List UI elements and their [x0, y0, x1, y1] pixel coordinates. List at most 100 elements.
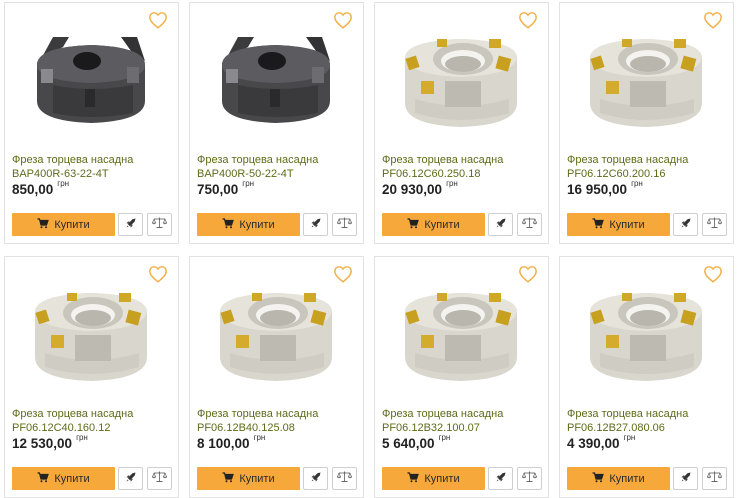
buy-button-label: Купити	[609, 472, 645, 485]
price-value: 850,00	[12, 182, 54, 197]
compare-button[interactable]	[147, 467, 172, 490]
product-title-line1[interactable]: Фреза торцева насадна	[12, 407, 177, 421]
product-image[interactable]	[578, 17, 714, 135]
quick-order-button[interactable]	[303, 467, 328, 490]
buy-button[interactable]: Купити	[12, 213, 115, 236]
rocket-icon	[495, 216, 507, 234]
currency-label: грн	[438, 433, 451, 442]
product-image[interactable]	[23, 271, 159, 389]
cart-icon	[592, 471, 609, 486]
quick-order-button[interactable]	[673, 467, 698, 490]
rocket-icon	[495, 470, 507, 488]
cart-icon	[37, 217, 54, 232]
cart-icon	[407, 217, 424, 232]
buy-button-label: Купити	[424, 472, 460, 485]
product-title-line1[interactable]: Фреза торцева насадна	[567, 407, 732, 421]
scale-icon	[521, 470, 538, 488]
compare-button[interactable]	[517, 213, 542, 236]
product-price: 750,00 грн	[197, 179, 255, 197]
buy-button-label: Купити	[239, 472, 275, 485]
product-title-line2[interactable]: PF06.12B27.080.06	[567, 421, 732, 435]
product-title-line1[interactable]: Фреза торцева насадна	[197, 153, 362, 167]
currency-label: грн	[57, 179, 70, 188]
product-title-line2[interactable]: BAP400R-50-22-4T	[197, 167, 362, 181]
currency-label: грн	[631, 179, 643, 188]
product-title-line2[interactable]: PF06.12C40.160.12	[12, 421, 177, 435]
product-price: 4 390,00 грн	[567, 433, 636, 451]
product-price: 16 950,00 грн	[567, 179, 643, 197]
buy-button-label: Купити	[54, 218, 90, 231]
buy-button-label: Купити	[54, 472, 90, 485]
buy-button[interactable]: Купити	[197, 467, 300, 490]
compare-button[interactable]	[332, 467, 357, 490]
scale-icon	[336, 470, 353, 488]
product-title[interactable]: Фреза торцева насадна PF06.12C60.250.18	[382, 153, 547, 181]
currency-label: грн	[446, 179, 458, 188]
product-title-line2[interactable]: PF06.12C60.250.18	[382, 167, 547, 181]
buy-button[interactable]: Купити	[382, 467, 485, 490]
compare-button[interactable]	[702, 213, 727, 236]
product-title[interactable]: Фреза торцева насадна BAP400R-50-22-4T	[197, 153, 362, 181]
compare-button[interactable]	[702, 467, 727, 490]
scale-icon	[151, 216, 168, 234]
buy-button[interactable]: Купити	[567, 213, 670, 236]
product-card[interactable]: Фреза торцева насадна BAP400R-50-22-4T 750…	[189, 2, 364, 244]
product-card[interactable]: Фреза торцева насадна PF06.12C40.160.12 12…	[4, 256, 179, 498]
scale-icon	[706, 470, 723, 488]
product-title[interactable]: Фреза торцева насадна PF06.12B27.080.06	[567, 407, 732, 435]
compare-button[interactable]	[332, 213, 357, 236]
quick-order-button[interactable]	[118, 213, 143, 236]
product-title[interactable]: Фреза торцева насадна PF06.12C40.160.12	[12, 407, 177, 435]
price-value: 4 390,00	[567, 436, 620, 451]
cart-icon	[222, 217, 239, 232]
product-title[interactable]: Фреза торцева насадна PF06.12B40.125.08	[197, 407, 362, 435]
product-card[interactable]: Фреза торцева насадна PF06.12B32.100.07 5 …	[374, 256, 549, 498]
cart-icon	[592, 217, 609, 232]
product-card[interactable]: Фреза торцева насадна BAP400R-63-22-4T 850…	[4, 2, 179, 244]
currency-label: грн	[623, 433, 636, 442]
quick-order-button[interactable]	[303, 213, 328, 236]
quick-order-button[interactable]	[118, 467, 143, 490]
product-title[interactable]: Фреза торцева насадна PF06.12B32.100.07	[382, 407, 547, 435]
product-card[interactable]: Фреза торцева насадна PF06.12C60.200.16 16…	[559, 2, 734, 244]
product-image[interactable]	[23, 17, 159, 135]
rocket-icon	[680, 470, 692, 488]
compare-button[interactable]	[147, 213, 172, 236]
product-image[interactable]	[208, 17, 344, 135]
product-title[interactable]: Фреза торцева насадна PF06.12C60.200.16	[567, 153, 732, 181]
product-title-line2[interactable]: BAP400R-63-22-4T	[12, 167, 177, 181]
product-title[interactable]: Фреза торцева насадна BAP400R-63-22-4T	[12, 153, 177, 181]
product-card[interactable]: Фреза торцева насадна PF06.12B40.125.08 8 …	[189, 256, 364, 498]
product-title-line1[interactable]: Фреза торцева насадна	[12, 153, 177, 167]
product-image[interactable]	[578, 271, 714, 389]
buy-button[interactable]: Купити	[12, 467, 115, 490]
quick-order-button[interactable]	[488, 213, 513, 236]
buy-button[interactable]: Купити	[382, 213, 485, 236]
buy-button[interactable]: Купити	[567, 467, 670, 490]
rocket-icon	[310, 470, 322, 488]
product-title-line1[interactable]: Фреза торцева насадна	[567, 153, 732, 167]
product-title-line2[interactable]: PF06.12B32.100.07	[382, 421, 547, 435]
product-title-line2[interactable]: PF06.12C60.200.16	[567, 167, 732, 181]
scale-icon	[151, 470, 168, 488]
price-value: 12 530,00	[12, 436, 73, 451]
cart-icon	[37, 471, 54, 486]
product-price: 12 530,00 грн	[12, 433, 88, 451]
product-title-line1[interactable]: Фреза торцева насадна	[382, 407, 547, 421]
product-image[interactable]	[393, 17, 529, 135]
quick-order-button[interactable]	[488, 467, 513, 490]
currency-label: грн	[242, 179, 255, 188]
product-title-line1[interactable]: Фреза торцева насадна	[382, 153, 547, 167]
rocket-icon	[125, 470, 137, 488]
product-image[interactable]	[393, 271, 529, 389]
product-card[interactable]: Фреза торцева насадна PF06.12B27.080.06 4 …	[559, 256, 734, 498]
price-value: 5 640,00	[382, 436, 435, 451]
product-title-line1[interactable]: Фреза торцева насадна	[197, 407, 362, 421]
product-card[interactable]: Фреза торцева насадна PF06.12C60.250.18 20…	[374, 2, 549, 244]
quick-order-button[interactable]	[673, 213, 698, 236]
compare-button[interactable]	[517, 467, 542, 490]
product-image[interactable]	[208, 271, 344, 389]
price-value: 750,00	[197, 182, 239, 197]
product-title-line2[interactable]: PF06.12B40.125.08	[197, 421, 362, 435]
buy-button[interactable]: Купити	[197, 213, 300, 236]
